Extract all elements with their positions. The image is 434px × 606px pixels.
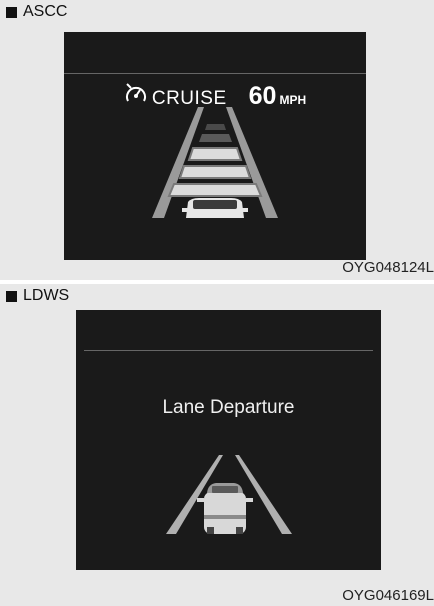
ascc-heading: ASCC — [6, 3, 67, 21]
lane-departure-graphic — [166, 455, 292, 534]
figure-code-ldws: OYG046169L — [342, 587, 434, 604]
own-vehicle-icon — [182, 198, 248, 218]
ldws-figure: LDWS Lane Departure OYG046169L — [0, 284, 434, 606]
ascc-heading-text: ASCC — [23, 3, 68, 20]
distance-bar-2 — [187, 147, 243, 161]
cluster-display-ascc: CRUISE 60 MPH — [64, 32, 366, 260]
ldws-heading-text: LDWS — [23, 287, 70, 304]
distance-bar-3 — [199, 134, 232, 142]
bullet-square-icon — [6, 290, 17, 302]
vehicle-rear-icon — [197, 483, 253, 534]
bullet-square-icon — [6, 6, 17, 18]
ascc-figure: ASCC CRUISE 60 MPH OYG048124L — [0, 0, 434, 280]
cruise-lane-graphic — [152, 107, 278, 218]
figure-code-ascc: OYG048124L — [342, 259, 434, 276]
ldws-heading: LDWS — [6, 287, 69, 305]
distance-bar-0 — [167, 183, 263, 197]
distance-bar-4 — [205, 124, 226, 130]
cluster-display-ldws: Lane Departure — [76, 310, 381, 570]
distance-bar-1 — [178, 165, 252, 179]
